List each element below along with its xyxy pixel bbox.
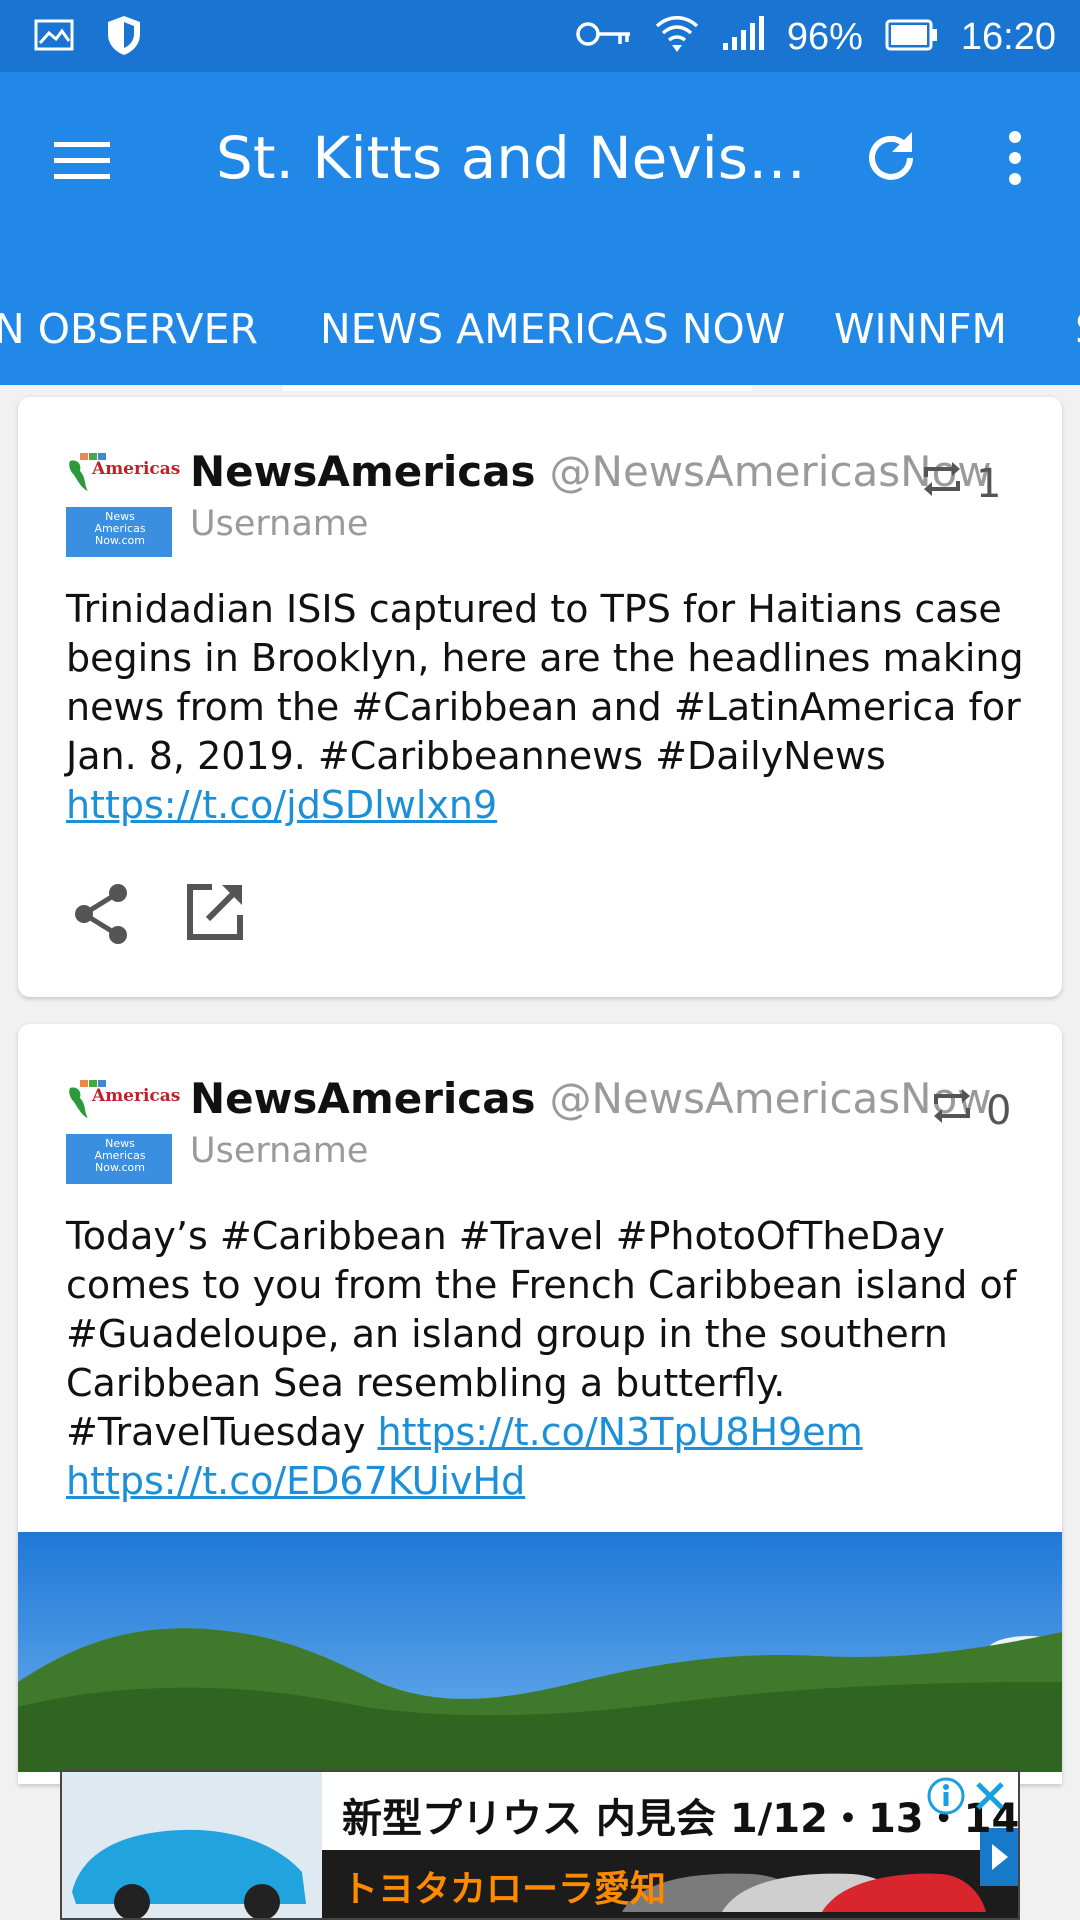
retweet-number: 1	[976, 461, 1002, 507]
hamburger-icon	[52, 142, 112, 194]
ad-close-icon[interactable]	[970, 1776, 1010, 1820]
wifi-icon	[655, 12, 699, 63]
refresh-button[interactable]	[860, 127, 922, 189]
retweet-icon	[930, 1084, 974, 1138]
retweet-count[interactable]: 1	[920, 457, 1001, 511]
user-handle: @NewsAmericasNow	[549, 1074, 992, 1123]
avatar-brand-text: Americas	[92, 459, 181, 479]
signal-icon	[721, 15, 765, 60]
app-bar: St. Kitts and Nevis… N OBSERVER NEWS AME…	[0, 72, 1080, 391]
display-name: NewsAmericas	[190, 1074, 536, 1123]
retweet-icon	[920, 457, 964, 511]
tab-news-americas-now[interactable]: NEWS AMERICAS NOW	[283, 287, 785, 391]
display-name: NewsAmericas	[190, 447, 536, 496]
tweet-text: Today’s #Caribbean #Travel #PhotoOfTheDa…	[66, 1212, 1026, 1506]
ad-brand: トヨタカローラ愛知	[342, 1869, 667, 1910]
menu-button[interactable]	[52, 130, 112, 190]
tweet-link[interactable]: https://t.co/N3TpU8H9em	[378, 1410, 863, 1454]
tweet-card[interactable]: Americas News Americas Now.com NewsAmeri…	[18, 397, 1062, 997]
username-label: Username	[190, 504, 369, 544]
share-icon[interactable]	[72, 883, 130, 949]
shield-icon	[106, 14, 142, 60]
ad-info-icon[interactable]	[926, 1776, 966, 1820]
tab-observer[interactable]: N OBSERVER	[0, 287, 258, 385]
gallery-icon	[34, 17, 74, 57]
tab-bar: N OBSERVER NEWS AMERICAS NOW WINNFM S	[0, 287, 1080, 391]
tweet-photo[interactable]	[18, 1532, 1062, 1772]
avatar[interactable]: Americas News Americas Now.com	[66, 451, 180, 557]
more-vertical-icon	[995, 131, 1035, 193]
tab-winnfm[interactable]: WINNFM	[834, 287, 1007, 385]
avatar-caption-text: News Americas Now.com	[94, 1137, 146, 1174]
tab-next[interactable]: S	[1075, 287, 1080, 385]
avatar[interactable]: Americas News Americas Now.com	[66, 1078, 180, 1184]
overflow-menu-button[interactable]	[995, 127, 1035, 189]
tweet-header: NewsAmericas @NewsAmericasNow	[190, 1074, 992, 1123]
vpn-key-icon	[575, 16, 633, 60]
battery-icon	[885, 16, 939, 60]
tweet-link[interactable]: https://t.co/jdSDlwlxn9	[66, 783, 497, 827]
retweet-count[interactable]: 0	[930, 1084, 1011, 1138]
app-title: St. Kitts and Nevis…	[216, 124, 806, 192]
tweet-link[interactable]: https://t.co/ED67KUivHd	[66, 1459, 525, 1503]
avatar-brand-text: Americas	[92, 1086, 181, 1106]
tweet-text: Trinidadian ISIS captured to TPS for Hai…	[66, 585, 1026, 830]
username-label: Username	[190, 1131, 369, 1171]
retweet-number: 0	[986, 1088, 1012, 1134]
avatar-caption-text: News Americas Now.com	[94, 510, 146, 547]
status-bar: 96% 16:20	[0, 0, 1080, 72]
ad-headline: 新型プリウス 内見会 1/12・13・14	[342, 1796, 1020, 1842]
battery-percent: 96%	[786, 16, 863, 58]
open-external-icon[interactable]	[186, 883, 244, 949]
tweet-actions	[72, 883, 244, 949]
ad-banner[interactable]: 新型プリウス 内見会 1/12・13・14 トヨタカローラ愛知	[60, 1770, 1020, 1920]
tweet-card[interactable]: Americas News Americas Now.com NewsAmeri…	[18, 1024, 1062, 1784]
refresh-icon	[860, 132, 922, 193]
clock: 16:20	[960, 16, 1056, 58]
tweet-header: NewsAmericas @NewsAmericasNow	[190, 447, 992, 496]
tweet-body: Trinidadian ISIS captured to TPS for Hai…	[66, 587, 1024, 778]
